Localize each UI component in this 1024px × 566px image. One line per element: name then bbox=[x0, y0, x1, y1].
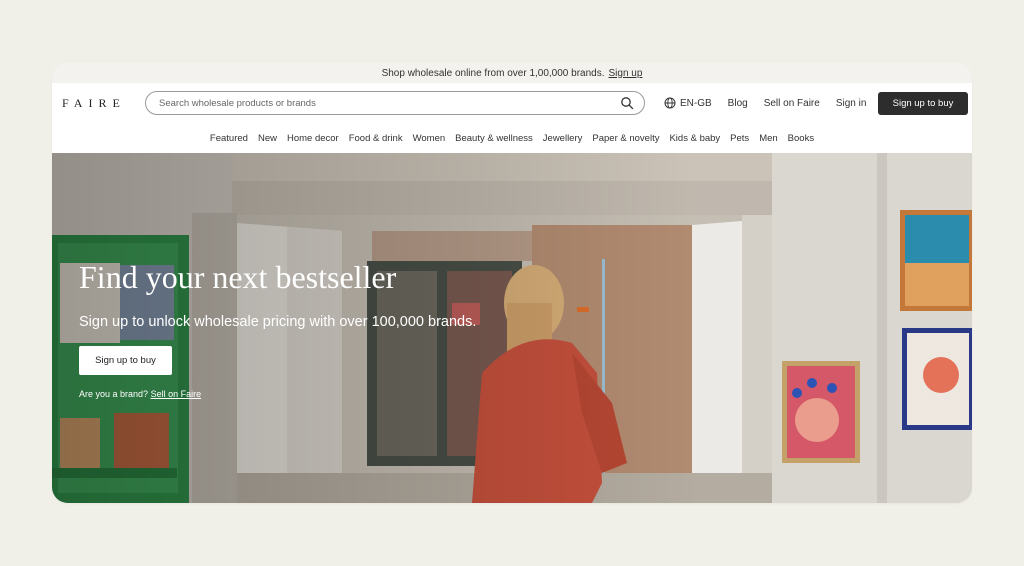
search-bar[interactable] bbox=[145, 91, 645, 115]
hero-signup-button[interactable]: Sign up to buy bbox=[79, 346, 172, 375]
search-icon[interactable] bbox=[620, 96, 634, 110]
hero-title: Find your next bestseller bbox=[79, 259, 397, 295]
header-signup-button[interactable]: Sign up to buy bbox=[878, 92, 968, 115]
hero-section: Find your next bestseller Sign up to unl… bbox=[52, 153, 972, 503]
language-selector[interactable]: EN-GB bbox=[664, 97, 712, 109]
category-home-decor[interactable]: Home decor bbox=[287, 133, 339, 144]
faire-logo[interactable]: FAIRE bbox=[62, 96, 126, 111]
hero-subtitle: Sign up to unlock wholesale pricing with… bbox=[79, 314, 477, 330]
category-pets[interactable]: Pets bbox=[730, 133, 749, 144]
category-beauty-wellness[interactable]: Beauty & wellness bbox=[455, 133, 533, 144]
promo-text: Shop wholesale online from over 1,00,000… bbox=[381, 67, 605, 79]
sign-in-link[interactable]: Sign in bbox=[836, 98, 867, 109]
category-men[interactable]: Men bbox=[759, 133, 777, 144]
category-women[interactable]: Women bbox=[413, 133, 446, 144]
language-label: EN-GB bbox=[680, 97, 712, 109]
category-paper-novelty[interactable]: Paper & novelty bbox=[592, 133, 659, 144]
promo-banner: Shop wholesale online from over 1,00,000… bbox=[52, 63, 972, 83]
category-featured[interactable]: Featured bbox=[210, 133, 248, 144]
brand-prompt-text: Are you a brand? bbox=[79, 389, 149, 399]
brand-prompt: Are you a brand? Sell on Faire bbox=[79, 389, 201, 399]
category-nav: Featured New Home decor Food & drink Wom… bbox=[52, 123, 972, 153]
sell-on-faire-hero-link[interactable]: Sell on Faire bbox=[151, 389, 202, 399]
category-food-drink[interactable]: Food & drink bbox=[349, 133, 403, 144]
header-right-nav: EN-GB Blog Sell on Faire Sign in bbox=[664, 97, 882, 109]
category-jewellery[interactable]: Jewellery bbox=[543, 133, 583, 144]
blog-link[interactable]: Blog bbox=[728, 98, 748, 109]
search-input[interactable] bbox=[159, 97, 620, 109]
globe-icon bbox=[664, 97, 676, 109]
browser-window: Shop wholesale online from over 1,00,000… bbox=[52, 63, 972, 503]
category-kids-baby[interactable]: Kids & baby bbox=[669, 133, 720, 144]
promo-signup-link[interactable]: Sign up bbox=[609, 68, 643, 79]
category-new[interactable]: New bbox=[258, 133, 277, 144]
category-books[interactable]: Books bbox=[788, 133, 814, 144]
site-header: FAIRE EN-GB Blog Sell on Faire Sign in S… bbox=[52, 83, 972, 123]
sell-on-faire-link[interactable]: Sell on Faire bbox=[764, 98, 820, 109]
